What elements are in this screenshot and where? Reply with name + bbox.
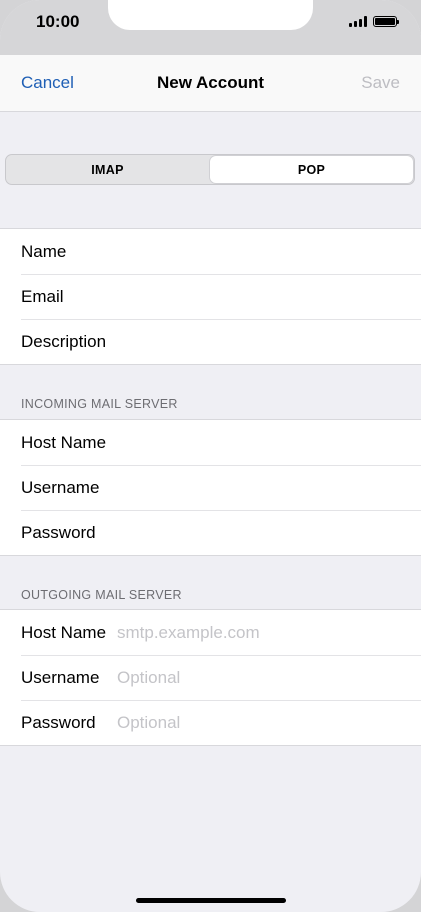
incoming-server-group: Host Name Username Password	[0, 419, 421, 556]
status-icons	[349, 16, 399, 27]
segment-pop[interactable]: POP	[210, 156, 413, 183]
incoming-username-label: Username	[21, 477, 100, 497]
name-label: Name	[21, 241, 67, 261]
incoming-password-label: Password	[21, 522, 96, 542]
outgoing-username-field[interactable]	[117, 667, 421, 688]
name-row: Name	[0, 229, 421, 274]
name-field[interactable]	[66, 241, 421, 262]
outgoing-host-row: Host Name	[0, 610, 421, 655]
outgoing-password-field[interactable]	[117, 712, 421, 733]
navigation-bar: Cancel New Account Save	[0, 55, 421, 112]
outgoing-username-row: Username	[0, 655, 421, 700]
email-field[interactable]	[63, 286, 421, 307]
status-bar: 10:00	[0, 0, 421, 55]
outgoing-username-label: Username	[21, 667, 100, 687]
battery-icon	[373, 16, 399, 27]
description-row: Description	[0, 319, 421, 364]
description-field[interactable]	[106, 331, 421, 352]
save-button[interactable]: Save	[361, 73, 400, 93]
incoming-username-row: Username	[0, 465, 421, 510]
incoming-host-label: Host Name	[21, 432, 107, 452]
outgoing-password-label: Password	[21, 712, 96, 732]
email-row: Email	[0, 274, 421, 319]
outgoing-host-field[interactable]	[117, 622, 421, 643]
incoming-username-field[interactable]	[99, 477, 421, 498]
outgoing-server-header: OUTGOING MAIL SERVER	[21, 588, 182, 602]
outgoing-password-row: Password	[0, 700, 421, 745]
notch	[108, 0, 313, 30]
signal-icon	[349, 16, 367, 27]
protocol-segmented-control: IMAP POP	[5, 154, 415, 185]
account-fields-group: Name Email Description	[0, 228, 421, 365]
incoming-password-row: Password	[0, 510, 421, 555]
incoming-host-field[interactable]	[106, 432, 421, 453]
incoming-password-field[interactable]	[95, 522, 421, 543]
phone-screen: 10:00 Cancel New Account Save IMAP POP N…	[0, 0, 421, 912]
home-indicator[interactable]	[136, 898, 286, 903]
description-label: Description	[21, 331, 107, 351]
outgoing-server-group: Host Name Username Password	[0, 609, 421, 746]
segment-imap[interactable]: IMAP	[6, 155, 209, 184]
page-title: New Account	[156, 73, 265, 92]
incoming-host-row: Host Name	[0, 420, 421, 465]
incoming-server-header: INCOMING MAIL SERVER	[21, 397, 178, 411]
status-time: 10:00	[36, 12, 80, 31]
email-label: Email	[21, 286, 64, 306]
outgoing-host-label: Host Name	[21, 622, 107, 642]
